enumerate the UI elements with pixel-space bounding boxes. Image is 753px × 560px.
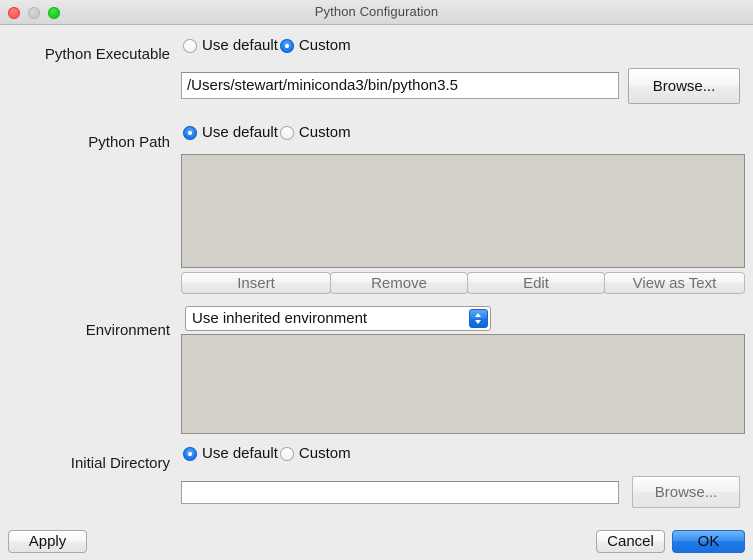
- python-path-custom-radio[interactable]: Custom: [279, 124, 351, 141]
- radio-label: Use default: [202, 124, 278, 141]
- cancel-button[interactable]: Cancel: [596, 530, 665, 553]
- python-path-view-as-text-button[interactable]: View as Text: [604, 272, 745, 294]
- python-executable-radio-group: Use default Custom: [183, 37, 351, 54]
- python-path-radio-group: Use default Custom: [183, 124, 351, 141]
- initial-directory-radio-group: Use default Custom: [183, 445, 351, 462]
- python-executable-use-default-radio[interactable]: Use default: [183, 37, 278, 54]
- environment-label: Environment: [85, 322, 170, 339]
- python-path-remove-button[interactable]: Remove: [330, 272, 468, 294]
- window-titlebar: Python Configuration: [0, 0, 753, 25]
- window-title: Python Configuration: [314, 4, 439, 19]
- python-path-list[interactable]: [181, 154, 745, 268]
- radio-on-icon: [183, 125, 197, 140]
- python-executable-custom-radio[interactable]: Custom: [279, 37, 351, 54]
- python-configuration-window: Python Configuration Python Executable U…: [0, 0, 753, 560]
- environment-select-value: Use inherited environment: [192, 310, 368, 327]
- python-path-insert-button[interactable]: Insert: [181, 272, 331, 294]
- radio-on-icon: [279, 38, 294, 53]
- initial-directory-custom-radio[interactable]: Custom: [279, 445, 351, 462]
- chevron-up-down-icon: [469, 309, 488, 328]
- radio-off-icon: [183, 38, 197, 53]
- radio-label: Use default: [202, 37, 278, 54]
- apply-button[interactable]: Apply: [8, 530, 87, 553]
- radio-label: Custom: [298, 37, 351, 54]
- radio-off-icon: [279, 125, 294, 140]
- ok-button[interactable]: OK: [672, 530, 745, 553]
- python-path-use-default-radio[interactable]: Use default: [183, 124, 278, 141]
- initial-directory-path-input[interactable]: [181, 481, 619, 504]
- python-path-label: Python Path: [88, 134, 170, 151]
- environment-variables-list[interactable]: [181, 334, 745, 434]
- initial-directory-use-default-radio[interactable]: Use default: [183, 445, 278, 462]
- radio-label: Use default: [202, 445, 278, 462]
- initial-directory-label: Initial Directory: [70, 455, 170, 472]
- radio-off-icon: [279, 446, 294, 461]
- radio-label: Custom: [298, 445, 351, 462]
- python-executable-label: Python Executable: [44, 46, 170, 63]
- radio-on-icon: [183, 446, 197, 461]
- initial-directory-browse-button[interactable]: Browse...: [632, 476, 740, 508]
- environment-select[interactable]: Use inherited environment: [185, 306, 491, 331]
- python-executable-path-input[interactable]: /Users/stewart/miniconda3/bin/python3.5: [181, 72, 619, 99]
- radio-label: Custom: [298, 124, 351, 141]
- python-executable-browse-button[interactable]: Browse...: [628, 68, 740, 104]
- python-path-edit-button[interactable]: Edit: [467, 272, 605, 294]
